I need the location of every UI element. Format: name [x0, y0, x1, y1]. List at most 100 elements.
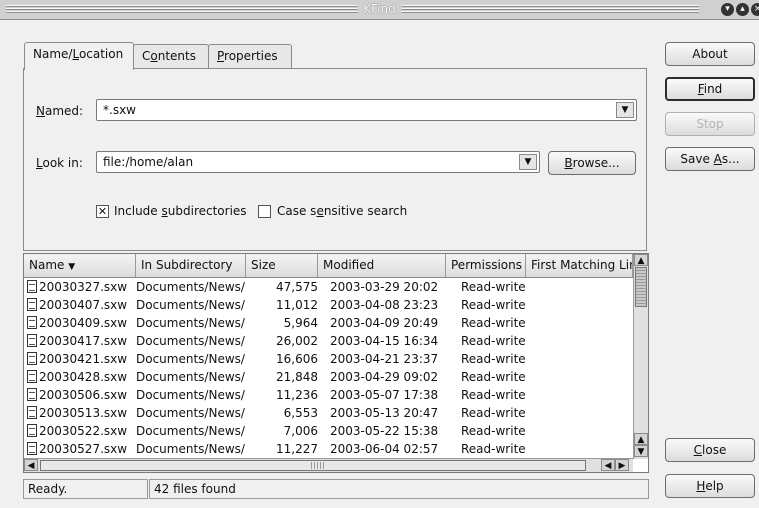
- case-sensitive-label[interactable]: Case sensitive search: [277, 204, 407, 218]
- cell-size: 11,012: [276, 298, 318, 312]
- cell-name: 20030327.sxw: [27, 278, 127, 296]
- document-icon: [27, 280, 37, 293]
- table-row[interactable]: 20030428.sxw Documents/News/21,848 2003-04…: [24, 368, 633, 386]
- stop-button[interactable]: Stop: [665, 112, 755, 136]
- document-icon: [27, 334, 37, 347]
- table-row[interactable]: 20030407.sxw Documents/News/11,012 2003-04…: [24, 296, 633, 314]
- scroll-left-icon[interactable]: ◀: [24, 459, 38, 471]
- results-list[interactable]: Name ▼ In Subdirectory Size Modified Per…: [23, 253, 649, 473]
- tab-properties[interactable]: Properties: [208, 44, 292, 68]
- include-subdirectories-checkbox[interactable]: ✕: [96, 205, 109, 218]
- cell-subdirectory: Documents/News/: [136, 352, 245, 366]
- vertical-scroll-thumb[interactable]: [635, 267, 647, 307]
- cell-name: 20030506.sxw: [27, 386, 127, 404]
- cell-permissions: Read-write: [461, 298, 526, 312]
- browse-button[interactable]: Browse...: [548, 151, 636, 175]
- table-row[interactable]: 20030417.sxw Documents/News/26,002 2003-04…: [24, 332, 633, 350]
- document-icon: [27, 352, 37, 365]
- vertical-scrollbar[interactable]: ▲ ▲ ▼: [633, 254, 648, 459]
- cell-size: 7,006: [283, 424, 318, 438]
- cell-permissions: Read-write: [461, 334, 526, 348]
- file-name: 20030409.sxw: [39, 316, 128, 330]
- window-title: KFind: [357, 1, 402, 18]
- cell-size: 21,848: [276, 370, 318, 384]
- scroll-left-icon-right[interactable]: ◀: [601, 459, 615, 471]
- cell-size: 47,575: [276, 280, 318, 294]
- results-header: Name ▼ In Subdirectory Size Modified Per…: [24, 254, 633, 278]
- table-row[interactable]: 20030522.sxw Documents/News/7,006 2003-05-…: [24, 422, 633, 440]
- named-dropdown-icon[interactable]: ▼: [616, 102, 634, 118]
- named-value: *.sxw: [103, 103, 136, 117]
- column-header-modified[interactable]: Modified: [318, 254, 446, 277]
- table-row[interactable]: 20030527.sxw Documents/News/11,227 2003-06…: [24, 440, 633, 458]
- cell-modified: 2003-06-04 02:57: [330, 442, 439, 456]
- minimize-icon[interactable]: ▾: [721, 3, 734, 16]
- tab-contents[interactable]: Contents: [133, 44, 209, 68]
- document-icon: [27, 424, 37, 437]
- scroll-up-icon-bottom[interactable]: ▲: [634, 433, 648, 445]
- cell-permissions: Read-write: [461, 406, 526, 420]
- lookin-dropdown-icon[interactable]: ▼: [519, 154, 537, 170]
- horizontal-scroll-thumb[interactable]: [40, 460, 586, 471]
- cell-subdirectory: Documents/News/: [136, 424, 245, 438]
- results-rows: 20030327.sxw Documents/News/47,575 2003-03…: [24, 278, 633, 458]
- scroll-right-icon[interactable]: ▶: [615, 459, 629, 471]
- table-row[interactable]: 20030506.sxw Documents/News/11,236 2003-05…: [24, 386, 633, 404]
- cell-subdirectory: Documents/News/: [136, 388, 245, 402]
- close-button[interactable]: Close: [665, 438, 755, 462]
- column-header-first-matching-line[interactable]: First Matching Line: [526, 254, 633, 277]
- table-row[interactable]: 20030327.sxw Documents/News/47,575 2003-03…: [24, 278, 633, 296]
- column-header-size[interactable]: Size: [246, 254, 318, 277]
- include-subdirectories-label[interactable]: Include subdirectories: [114, 204, 247, 218]
- cell-name: 20030513.sxw: [27, 404, 127, 422]
- table-row[interactable]: 20030421.sxw Documents/News/16,606 2003-04…: [24, 350, 633, 368]
- file-name: 20030522.sxw: [39, 424, 128, 438]
- cell-name: 20030417.sxw: [27, 332, 127, 350]
- table-row[interactable]: 20030513.sxw Documents/News/6,553 2003-05-…: [24, 404, 633, 422]
- cell-permissions: Read-write: [461, 316, 526, 330]
- lookin-combobox[interactable]: file:/home/alan ▼: [96, 151, 540, 173]
- named-combobox[interactable]: *.sxw ▼: [96, 99, 637, 121]
- column-header-in-subdirectory[interactable]: In Subdirectory: [136, 254, 246, 277]
- files-found-count: 42 files found: [149, 479, 649, 499]
- cell-name: 20030522.sxw: [27, 422, 127, 440]
- find-button[interactable]: Find: [665, 77, 755, 101]
- file-name: 20030513.sxw: [39, 406, 128, 420]
- cell-subdirectory: Documents/News/: [136, 406, 245, 420]
- cell-permissions: Read-write: [461, 352, 526, 366]
- title-bar[interactable]: KFind ▾ ▴ ×: [0, 0, 759, 20]
- column-header-name[interactable]: Name ▼: [24, 254, 136, 277]
- document-icon: [27, 370, 37, 383]
- about-button[interactable]: About: [665, 42, 755, 66]
- file-name: 20030407.sxw: [39, 298, 128, 312]
- help-button[interactable]: Help: [665, 474, 755, 498]
- named-label: Named:: [36, 104, 84, 118]
- tab-name-location[interactable]: Name/Location: [24, 42, 134, 70]
- cell-permissions: Read-write: [461, 424, 526, 438]
- lookin-value: file:/home/alan: [103, 155, 194, 169]
- close-window-icon[interactable]: ×: [751, 3, 759, 16]
- file-name: 20030417.sxw: [39, 334, 128, 348]
- file-name: 20030506.sxw: [39, 388, 128, 402]
- tab-panel-name-location: Named: *.sxw ▼ Look in: file:/home/alan …: [23, 68, 647, 251]
- table-row[interactable]: 20030409.sxw Documents/News/5,964 2003-04-…: [24, 314, 633, 332]
- horizontal-scrollbar[interactable]: ◀ ◀ ▶: [24, 458, 633, 472]
- cell-modified: 2003-05-22 15:38: [330, 424, 439, 438]
- scroll-down-icon[interactable]: ▼: [634, 445, 648, 457]
- cell-subdirectory: Documents/News/: [136, 280, 245, 294]
- scroll-up-icon[interactable]: ▲: [634, 254, 648, 266]
- cell-name: 20030407.sxw: [27, 296, 127, 314]
- case-sensitive-checkbox[interactable]: [258, 205, 271, 218]
- save-as-button[interactable]: Save As...: [665, 147, 755, 171]
- file-name: 20030428.sxw: [39, 370, 128, 384]
- cell-modified: 2003-05-07 17:38: [330, 388, 439, 402]
- cell-size: 6,553: [283, 406, 318, 420]
- document-icon: [27, 406, 37, 419]
- title-bar-stripes: [6, 5, 699, 14]
- column-header-permissions[interactable]: Permissions: [446, 254, 526, 277]
- file-name: 20030421.sxw: [39, 352, 128, 366]
- cell-modified: 2003-04-15 16:34: [330, 334, 439, 348]
- scroll-grip: [311, 462, 325, 469]
- cell-name: 20030409.sxw: [27, 314, 127, 332]
- maximize-icon[interactable]: ▴: [736, 3, 749, 16]
